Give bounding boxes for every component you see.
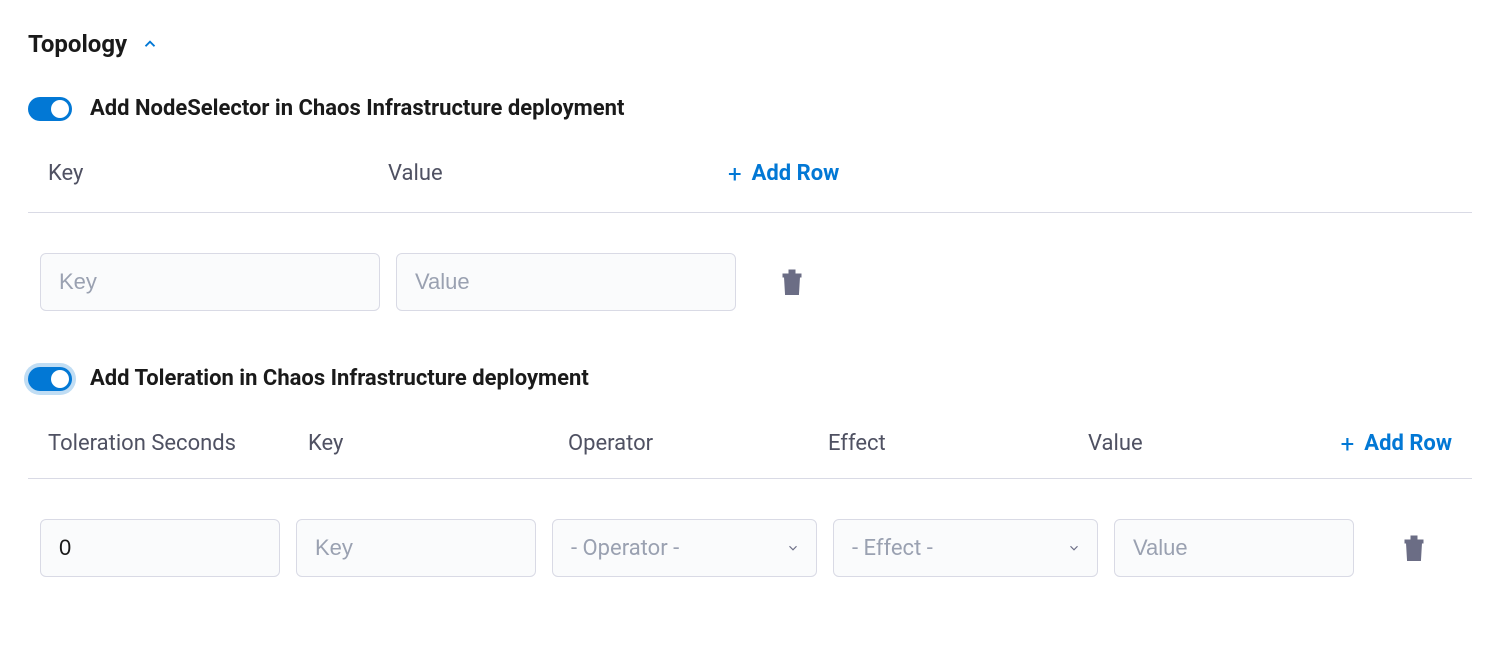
toleration-row: - Operator - - Effect -: [28, 519, 1472, 577]
nodeselector-col-value: Value: [388, 161, 728, 186]
nodeselector-toggle-label: Add NodeSelector in Chaos Infrastructure…: [90, 96, 624, 121]
chevron-down-icon: [1067, 541, 1081, 555]
toleration-seconds-input[interactable]: [40, 519, 280, 577]
operator-selected-value: - Operator -: [571, 536, 679, 561]
nodeselector-delete-row-button[interactable]: [772, 262, 812, 302]
toleration-toggle-label: Add Toleration in Chaos Infrastructure d…: [90, 366, 589, 391]
plus-icon: +: [728, 162, 742, 186]
nodeselector-toggle[interactable]: [28, 97, 72, 121]
nodeselector-value-input[interactable]: [396, 253, 736, 311]
nodeselector-key-input[interactable]: [40, 253, 380, 311]
toleration-col-effect: Effect: [828, 431, 1088, 456]
chevron-up-icon: [141, 35, 159, 53]
toleration-table-header: Toleration Seconds Key Operator Effect V…: [28, 431, 1472, 479]
toleration-value-input[interactable]: [1114, 519, 1354, 577]
toggle-knob: [51, 100, 69, 118]
toleration-col-seconds: Toleration Seconds: [48, 431, 308, 456]
toleration-toggle-row: Add Toleration in Chaos Infrastructure d…: [28, 366, 1472, 391]
toggle-knob: [51, 370, 69, 388]
nodeselector-add-row-button[interactable]: + Add Row: [728, 161, 839, 186]
topology-title: Topology: [28, 30, 127, 58]
nodeselector-col-key: Key: [48, 161, 388, 186]
nodeselector-row: [28, 253, 1472, 311]
trash-icon: [1402, 535, 1426, 561]
toleration-effect-select[interactable]: - Effect -: [833, 519, 1098, 577]
add-row-label: Add Row: [752, 161, 840, 186]
toleration-add-row-button[interactable]: + Add Row: [1341, 431, 1452, 456]
toleration-delete-row-button[interactable]: [1394, 528, 1434, 568]
chevron-down-icon: [786, 541, 800, 555]
toleration-operator-select[interactable]: - Operator -: [552, 519, 817, 577]
nodeselector-toggle-row: Add NodeSelector in Chaos Infrastructure…: [28, 96, 1472, 121]
toleration-col-operator: Operator: [568, 431, 828, 456]
toleration-col-key: Key: [308, 431, 568, 456]
nodeselector-table-header: Key Value + Add Row: [28, 161, 1472, 213]
toleration-toggle[interactable]: [28, 367, 72, 391]
topology-section-header[interactable]: Topology: [28, 30, 1472, 58]
effect-selected-value: - Effect -: [852, 536, 933, 561]
toleration-col-value: Value: [1088, 431, 1248, 456]
trash-icon: [780, 269, 804, 295]
plus-icon: +: [1341, 432, 1355, 456]
toleration-key-input[interactable]: [296, 519, 536, 577]
add-row-label: Add Row: [1364, 431, 1452, 456]
